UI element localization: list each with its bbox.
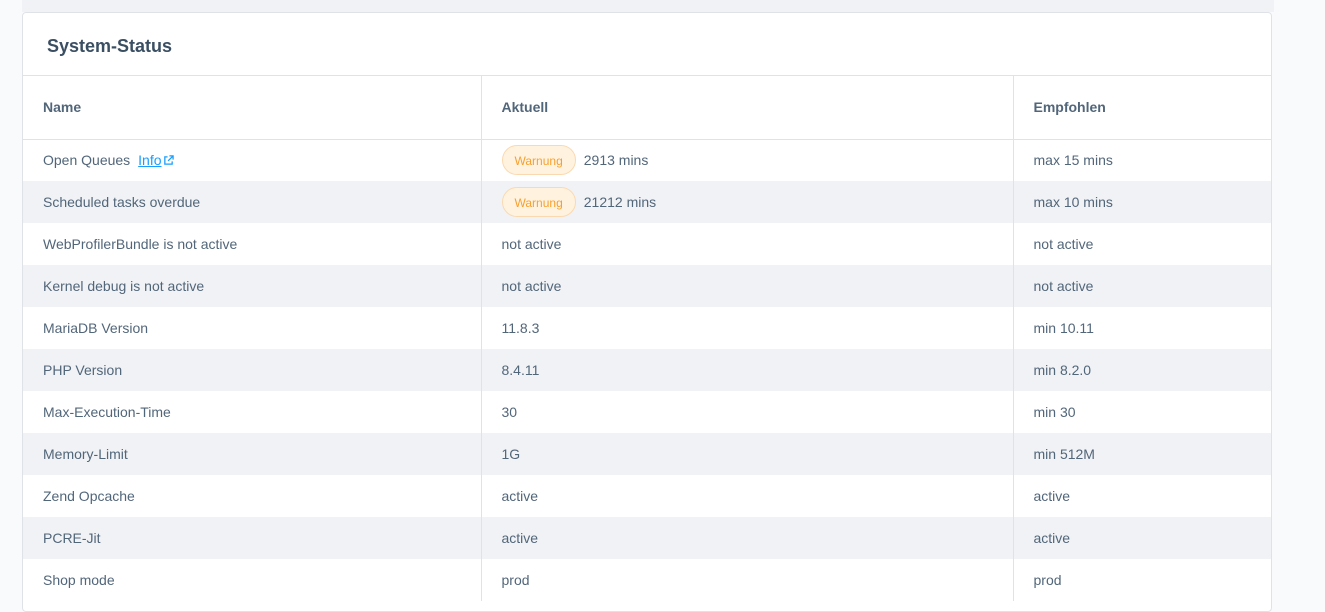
row-current: not active xyxy=(481,265,1014,307)
external-link-icon xyxy=(163,155,174,166)
row-name: Max-Execution-Time xyxy=(23,391,482,433)
row-current: 2913 mins xyxy=(583,152,649,169)
column-header-recommended: Empfohlen xyxy=(1013,76,1271,140)
table-row: PHP Version 8.4.11 min 8.2.0 xyxy=(23,349,1271,391)
row-current: active xyxy=(481,517,1014,559)
row-name: MariaDB Version xyxy=(23,307,482,349)
row-name: WebProfilerBundle is not active xyxy=(23,223,482,265)
table-row: PCRE-Jit active active xyxy=(23,517,1271,559)
info-link[interactable]: Info xyxy=(138,152,174,169)
row-name: Memory-Limit xyxy=(23,433,482,475)
table-row: Kernel debug is not active not active no… xyxy=(23,265,1271,307)
card-header: System-Status xyxy=(23,13,1271,76)
row-recommended: min 10.11 xyxy=(1033,320,1094,336)
row-current: 8.4.11 xyxy=(481,349,1014,391)
table-row: Scheduled tasks overdue Warnung 21212 min… xyxy=(23,181,1271,223)
row-name: PHP Version xyxy=(23,349,482,391)
row-recommended: active xyxy=(1013,517,1271,559)
top-strip xyxy=(22,0,1274,12)
row-recommended: max 10 mins xyxy=(1013,181,1271,223)
row-recommended: active xyxy=(1033,488,1071,504)
table-row: Open Queues Info Warnung 2913 mins max 15 … xyxy=(23,139,1271,181)
row-recommended: max 15 mins xyxy=(1033,152,1113,169)
table-row: Max-Execution-Time 30 min 30 xyxy=(23,391,1271,433)
row-recommended: min 30 xyxy=(1033,404,1076,420)
column-header-current: Aktuell xyxy=(481,76,1014,140)
row-recommended: prod xyxy=(1033,572,1062,588)
row-name: Shop mode xyxy=(23,559,482,601)
row-current-cell: Warnung 21212 mins xyxy=(481,181,1014,223)
row-current-cell: Warnung 2913 mins xyxy=(481,139,1014,181)
row-name: PCRE-Jit xyxy=(23,517,482,559)
row-current: 11.8.3 xyxy=(481,307,1014,349)
table-row: WebProfilerBundle is not active not acti… xyxy=(23,223,1271,265)
row-current: 1G xyxy=(481,433,1014,475)
warning-badge: Warnung xyxy=(501,145,576,176)
system-status-card: System-Status Name Aktuell Empfohlen Ope… xyxy=(22,12,1272,612)
info-link-label: Info xyxy=(138,152,162,169)
card-title: System-Status xyxy=(47,35,173,56)
row-name: Kernel debug is not active xyxy=(23,265,482,307)
row-recommended: min 8.2.0 xyxy=(1013,349,1271,391)
row-recommended: min 512M xyxy=(1013,433,1271,475)
row-name: Open Queues xyxy=(43,152,131,169)
table-row: Zend Opcache active active xyxy=(23,475,1271,517)
table-row: MariaDB Version 11.8.3 min 10.11 xyxy=(23,307,1271,349)
system-status-table: Name Aktuell Empfohlen Open Queues Info W… xyxy=(23,76,1271,601)
row-name-cell: Open Queues Info xyxy=(23,139,482,181)
row-recommended: not active xyxy=(1033,236,1094,252)
table-header-row: Name Aktuell Empfohlen xyxy=(23,76,1271,140)
table-row: Shop mode prod prod xyxy=(23,559,1271,601)
table-row: Memory-Limit 1G min 512M xyxy=(23,433,1271,475)
row-current: 30 xyxy=(481,391,1014,433)
row-current: 21212 mins xyxy=(583,194,657,210)
row-recommended: not active xyxy=(1013,265,1271,307)
warning-badge: Warnung xyxy=(501,187,576,217)
row-current: not active xyxy=(481,223,1014,265)
column-header-name: Name xyxy=(23,76,482,140)
row-name: Zend Opcache xyxy=(23,475,482,517)
row-name: Scheduled tasks overdue xyxy=(23,181,482,223)
row-current: active xyxy=(481,475,1014,517)
row-current: prod xyxy=(481,559,1014,601)
